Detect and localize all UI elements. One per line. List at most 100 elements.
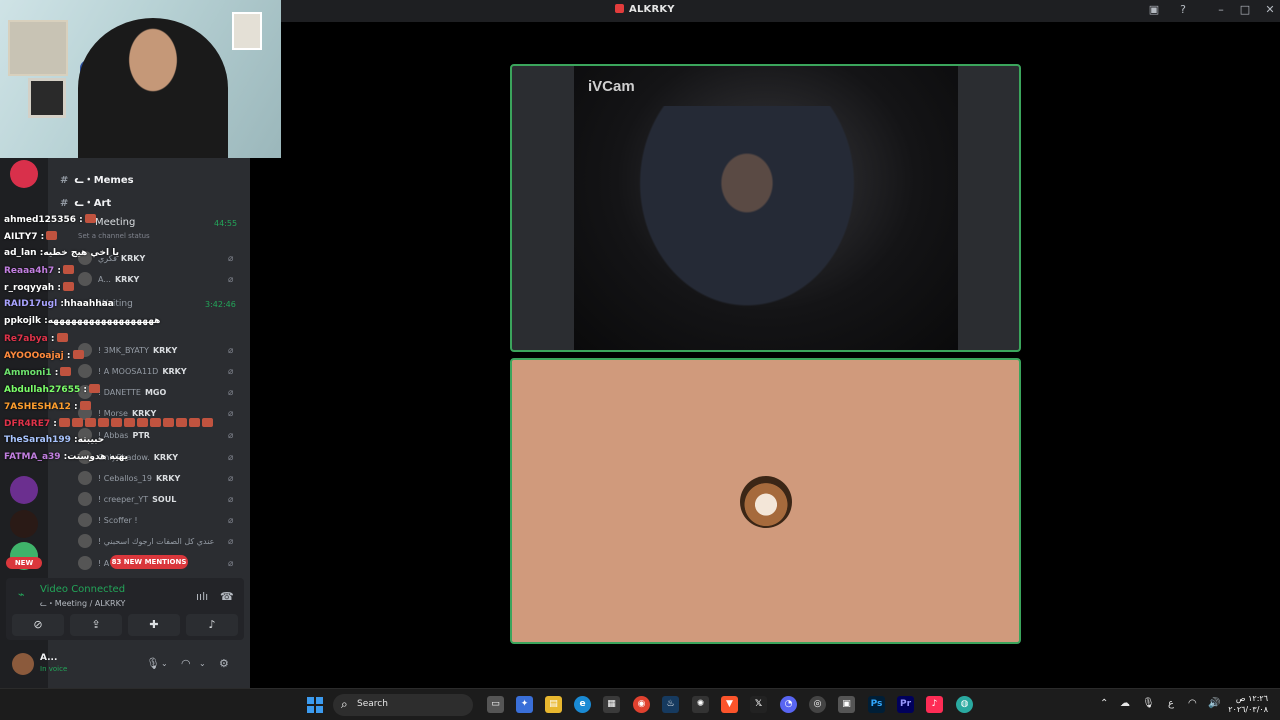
noise-suppression-icon[interactable]: ıılı xyxy=(196,590,208,603)
screen-share-button[interactable]: ⇪ xyxy=(70,614,122,636)
muted-icon: ⌀ xyxy=(228,537,234,547)
emote-icon xyxy=(71,418,83,427)
avatar xyxy=(78,492,92,506)
channel-status-hint[interactable]: Set a channel status xyxy=(78,232,150,240)
voice-member[interactable]: ! عندي كل الصفات ارجوك اسحبني xyxy=(78,534,218,548)
taskbar-clock[interactable]: ١٢:٢٦ ص ٢٠٢٦/٠٣/٠٨ xyxy=(1228,693,1268,715)
signal-icon[interactable]: ⌁ xyxy=(18,588,25,601)
language-icon[interactable]: ع xyxy=(1168,698,1174,709)
emote-icon xyxy=(175,418,187,427)
user-panel: A... In voice 🎙 ⌄ ◠ ⌄ ⚙ xyxy=(6,645,244,683)
disconnect-icon[interactable]: ☎ xyxy=(220,590,234,603)
channel-prefix: ᓚ・ xyxy=(74,198,94,209)
headphones-icon[interactable]: ◠ xyxy=(181,657,191,670)
new-mentions-pill[interactable]: 83 NEW MENTIONS xyxy=(110,555,188,569)
cloud-icon[interactable]: ☁ xyxy=(1120,698,1130,709)
muted-icon: ⌀ xyxy=(228,516,234,526)
settings-gear-icon[interactable]: ⚙ xyxy=(219,657,229,670)
browser-icon[interactable]: ◍ xyxy=(956,696,973,713)
waiting-timer: 3:42:46 xyxy=(205,300,236,309)
volume-icon[interactable]: 🔊 xyxy=(1208,698,1220,709)
channel-art[interactable]: # ᓚ・Art xyxy=(60,194,111,209)
muted-icon: ⌀ xyxy=(228,495,234,505)
voice-member[interactable]: A... KRKY xyxy=(78,272,139,286)
maximize-button[interactable]: □ xyxy=(1236,3,1254,16)
muted-icon: ⌀ xyxy=(228,254,234,264)
channel-prefix: ᓚ・ xyxy=(74,175,94,186)
task-view-icon[interactable]: ▭ xyxy=(487,696,504,713)
emote-icon xyxy=(72,350,84,359)
chat-text: hhaahhaa xyxy=(63,299,114,309)
voice-member[interactable]: ! 3MK_BYATY KRKY xyxy=(78,343,177,357)
streamer-webcam xyxy=(0,0,281,158)
user-name[interactable]: A... xyxy=(40,653,57,663)
muted-icon: ⌀ xyxy=(228,474,234,484)
hash-icon: # xyxy=(60,175,69,186)
voice-member[interactable]: ! A MOOSA11D KRKY xyxy=(78,364,187,378)
server-icon-nova[interactable] xyxy=(10,476,38,504)
chat-message: DFR4RE7 : xyxy=(4,418,213,429)
emote-icon xyxy=(162,418,174,427)
activities-button[interactable]: ✚ xyxy=(128,614,180,636)
chevron-down-icon[interactable]: ⌄ xyxy=(199,659,206,668)
emote-icon xyxy=(97,418,109,427)
steam-icon[interactable]: ♨ xyxy=(662,696,679,713)
chevron-up-icon[interactable]: ⌃ xyxy=(1100,698,1108,709)
wifi-icon[interactable]: ◠ xyxy=(1188,698,1197,709)
member-tag: MGO xyxy=(144,388,167,397)
chat-separator: : xyxy=(75,215,83,225)
chat-message: Re7abya : xyxy=(4,333,68,344)
chat-username: FATMA_a39 xyxy=(4,452,61,462)
avatar[interactable] xyxy=(12,653,34,675)
file-explorer-icon[interactable]: ▤ xyxy=(545,696,562,713)
store-icon[interactable]: ▦ xyxy=(603,696,620,713)
edge-icon[interactable]: e xyxy=(574,696,591,713)
minimize-button[interactable]: – xyxy=(1212,3,1230,16)
start-button[interactable] xyxy=(307,697,323,713)
chrome-icon[interactable]: ◉ xyxy=(633,696,650,713)
chat-message: ahmed125356 : xyxy=(4,214,96,225)
emote-icon xyxy=(84,418,96,427)
capture-icon[interactable]: ▣ xyxy=(838,696,855,713)
help-icon[interactable]: ? xyxy=(1174,3,1192,16)
photoshop-icon[interactable]: Ps xyxy=(868,696,885,713)
close-button[interactable]: ✕ xyxy=(1261,3,1279,16)
webcam-shelf xyxy=(8,20,68,76)
channel-memes[interactable]: # ᓚ・Memes xyxy=(60,171,134,186)
chat-separator: : xyxy=(54,266,61,276)
brave-icon[interactable]: ▼ xyxy=(721,696,738,713)
chat-username: Re7abya xyxy=(4,334,48,344)
x-icon[interactable]: 𝕏 xyxy=(750,696,767,713)
emote-icon xyxy=(123,418,135,427)
voice-member[interactable]: ! Scoffer ! xyxy=(78,513,142,527)
inbox-icon[interactable]: ▣ xyxy=(1145,3,1163,16)
member-tag: KRKY xyxy=(162,367,187,376)
voice-channel-meeting[interactable]: Meeting xyxy=(95,217,135,228)
emote-icon xyxy=(79,401,91,410)
chat-username: Ammoni1 xyxy=(4,368,52,378)
member-tag: SOUL xyxy=(152,495,177,504)
obs-icon[interactable]: ◎ xyxy=(809,696,826,713)
voice-location[interactable]: ᓚ・Meeting / ALKRKY xyxy=(40,598,125,609)
taskbar-search[interactable]: ⌕ Search xyxy=(333,694,473,716)
chat-separator: : xyxy=(37,232,45,242)
premiere-icon[interactable]: Pr xyxy=(897,696,914,713)
voice-member[interactable]: ! Ceballos_19 KRKY xyxy=(78,471,180,485)
microphone-icon[interactable]: 🎙 xyxy=(146,657,160,670)
server-icon-dark[interactable] xyxy=(10,510,38,538)
microphone-icon[interactable]: 🎙 xyxy=(1142,698,1155,709)
server-icon-969[interactable] xyxy=(10,160,38,188)
voice-member[interactable]: ! creeper_YT SOUL xyxy=(78,492,176,506)
steelseries-icon[interactable]: ✺ xyxy=(692,696,709,713)
copilot-icon[interactable]: ✦ xyxy=(516,696,533,713)
voice-member[interactable]: ! A xyxy=(78,556,113,570)
chat-username: DFR4RE7 xyxy=(4,419,51,429)
soundboard-button[interactable]: ♪ xyxy=(186,614,238,636)
video-tile-camera[interactable]: iVCam xyxy=(510,64,1021,352)
discord-icon[interactable]: ◔ xyxy=(780,696,797,713)
chevron-down-icon[interactable]: ⌄ xyxy=(161,659,168,668)
camera-off-button[interactable]: ⊘ xyxy=(12,614,64,636)
video-tile-avatar[interactable] xyxy=(510,358,1021,644)
emote-icon xyxy=(62,265,74,274)
tiktok-icon[interactable]: ♪ xyxy=(926,696,943,713)
